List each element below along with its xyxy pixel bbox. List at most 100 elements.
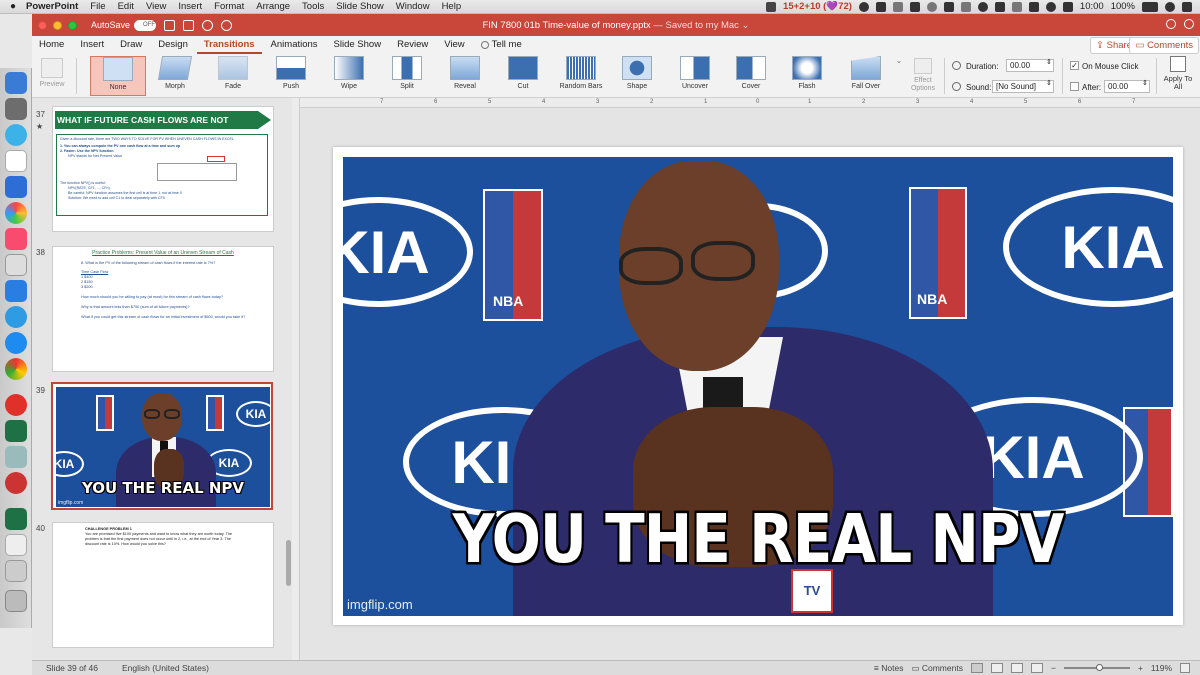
slideshow-view-icon[interactable]: [1030, 663, 1043, 673]
dock-calendar-icon[interactable]: [5, 150, 27, 172]
menu-view[interactable]: View: [146, 1, 166, 12]
menu-tools[interactable]: Tools: [302, 1, 324, 12]
status-icon-1[interactable]: [858, 1, 869, 12]
more-chevron-icon[interactable]: [240, 20, 248, 31]
transition-cover[interactable]: Cover: [728, 56, 774, 96]
comments-button[interactable]: ▭ Comments: [1129, 37, 1199, 54]
autosave-toggle[interactable]: OFF: [134, 19, 157, 31]
meme-image[interactable]: NBA NBA KIA KIA KIA KIA TV YOU THE REAL …: [343, 157, 1173, 616]
after-checkbox[interactable]: [1070, 82, 1079, 91]
menu-format[interactable]: Format: [214, 1, 244, 12]
tab-review[interactable]: Review: [390, 39, 435, 54]
close-window-button[interactable]: [38, 20, 47, 30]
dock-document-icon[interactable]: [5, 534, 27, 556]
status-app-icon[interactable]: [766, 1, 777, 12]
transition-split[interactable]: Split: [384, 56, 430, 96]
feedback-smile-icon[interactable]: [1184, 19, 1194, 29]
tab-view[interactable]: View: [437, 39, 471, 54]
zoom-slider[interactable]: [1063, 664, 1130, 671]
tab-slide-show[interactable]: Slide Show: [327, 39, 389, 54]
status-icon-10[interactable]: [1011, 1, 1022, 12]
dock-twitter-icon[interactable]: [5, 306, 27, 328]
transition-fade[interactable]: Fade: [210, 56, 256, 96]
preview-button[interactable]: Preview: [36, 56, 68, 96]
dock-powerpoint-icon[interactable]: [5, 472, 27, 494]
wifi-icon[interactable]: [1045, 1, 1056, 12]
apple-icon[interactable]: ●: [0, 1, 26, 12]
dock-reminders-icon[interactable]: [5, 176, 27, 198]
effect-options-button[interactable]: Effect Options: [906, 56, 940, 96]
fit-slide-icon[interactable]: [1180, 663, 1190, 673]
control-center-icon[interactable]: [1182, 1, 1192, 12]
tab-animations[interactable]: Animations: [264, 39, 325, 54]
menu-slide-show[interactable]: Slide Show: [336, 1, 384, 12]
status-icon-2[interactable]: [875, 1, 886, 12]
dock-screenshot-icon[interactable]: [5, 446, 27, 468]
slide-thumbnail-39[interactable]: KIA KIA KIA YOU THE REAL NPV imgflip.com: [51, 382, 273, 510]
notes-button[interactable]: ≡ Notes: [874, 663, 904, 673]
zoom-out-icon[interactable]: −: [1051, 663, 1056, 673]
transition-shape[interactable]: Shape: [614, 56, 660, 96]
tab-insert[interactable]: Insert: [73, 39, 111, 54]
transition-random-bars[interactable]: Random Bars: [556, 56, 606, 96]
current-slide[interactable]: NBA NBA KIA KIA KIA KIA TV YOU THE REAL …: [333, 147, 1183, 625]
menu-edit[interactable]: Edit: [118, 1, 134, 12]
status-counter[interactable]: 15+2+10 (💜72): [783, 1, 852, 12]
spotlight-icon[interactable]: [1165, 1, 1175, 12]
duration-stepper-icon[interactable]: ⇕: [1046, 58, 1052, 66]
transition-uncover[interactable]: Uncover: [672, 56, 718, 96]
menu-file[interactable]: File: [90, 1, 105, 12]
display-icon[interactable]: [1062, 1, 1073, 12]
reading-view-icon[interactable]: [1010, 663, 1023, 673]
normal-view-icon[interactable]: [970, 663, 983, 673]
dock-excel-icon[interactable]: [5, 420, 27, 442]
slide-thumbnail-38[interactable]: Practice Problems: Present Value of an U…: [52, 246, 274, 372]
sound-dropdown-icon[interactable]: ⇕: [1046, 79, 1052, 87]
clock[interactable]: 10:00: [1080, 1, 1104, 12]
dock-mail-icon[interactable]: [5, 98, 27, 120]
transition-flash[interactable]: Flash: [784, 56, 830, 96]
dock-trash-icon[interactable]: [5, 590, 27, 612]
home-icon[interactable]: [164, 19, 176, 31]
transition-push[interactable]: Push: [268, 56, 314, 96]
transition-fall-over[interactable]: Fall Over: [842, 56, 890, 96]
save-icon[interactable]: [183, 19, 195, 31]
dock-downloads-icon[interactable]: [5, 560, 27, 582]
dock-launchpad-icon[interactable]: [5, 72, 27, 94]
status-icon-6[interactable]: [943, 1, 954, 12]
menu-window[interactable]: Window: [396, 1, 430, 12]
bluetooth-icon[interactable]: [1028, 1, 1039, 12]
slide-sorter-icon[interactable]: [990, 663, 1003, 673]
status-icon-9[interactable]: [994, 1, 1005, 12]
gallery-more-arrow-icon[interactable]: ⌄: [894, 56, 904, 96]
undo-icon[interactable]: [202, 19, 214, 31]
menu-insert[interactable]: Insert: [178, 1, 202, 12]
language-indicator[interactable]: English (United States): [122, 663, 209, 673]
menu-arrange[interactable]: Arrange: [256, 1, 290, 12]
tab-design[interactable]: Design: [151, 39, 195, 54]
transition-none[interactable]: None: [90, 56, 146, 96]
dock-app-icon[interactable]: [5, 394, 27, 416]
thumbnail-scrollbar[interactable]: [286, 540, 291, 586]
transition-reveal[interactable]: Reveal: [442, 56, 488, 96]
zoom-in-icon[interactable]: +: [1138, 663, 1143, 673]
status-icon-4[interactable]: [909, 1, 920, 12]
menu-app-name[interactable]: PowerPoint: [26, 1, 78, 12]
zoom-slider-thumb[interactable]: [1095, 664, 1103, 671]
transition-wipe[interactable]: Wipe: [326, 56, 372, 96]
minimize-window-button[interactable]: [53, 20, 62, 30]
battery-icon[interactable]: [1142, 1, 1158, 12]
slide-thumbnail-37[interactable]: WHAT IF FUTURE CASH FLOWS ARE NOT CONSTA…: [52, 106, 274, 232]
sound-select[interactable]: [No Sound]: [992, 80, 1054, 93]
after-stepper-icon[interactable]: ⇕: [1142, 79, 1148, 87]
search-icon[interactable]: [1166, 19, 1176, 29]
dock-chrome-icon[interactable]: [5, 358, 27, 380]
apply-to-all-button[interactable]: Apply To All: [1160, 56, 1196, 96]
dock-photos-icon[interactable]: [5, 202, 27, 224]
zoom-level[interactable]: 119%: [1151, 663, 1172, 673]
redo-icon[interactable]: [221, 19, 233, 31]
dock-messages-icon[interactable]: [5, 124, 27, 146]
tell-me-box[interactable]: Tell me: [474, 39, 529, 54]
dock-safari-icon[interactable]: [5, 332, 27, 354]
transition-morph[interactable]: Morph: [152, 56, 198, 96]
